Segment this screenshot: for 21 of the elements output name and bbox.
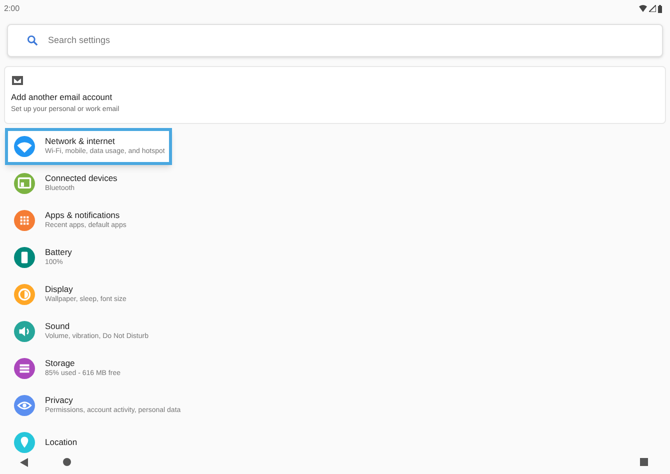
item-title: Display (45, 284, 74, 295)
item-title: Apps & notifications (45, 210, 121, 221)
item-title: Sound (45, 321, 71, 332)
item-title: Location (45, 437, 78, 448)
back-icon[interactable] (20, 458, 28, 466)
search-field[interactable]: Search settings (7, 24, 663, 57)
settings-item[interactable]: Location (5, 424, 305, 461)
item-title: Battery (45, 247, 72, 258)
home-icon[interactable] (63, 458, 71, 466)
wifi-icon (639, 5, 647, 12)
mail-icon (12, 76, 23, 85)
item-title: Storage (45, 358, 76, 369)
search-icon (27, 35, 38, 46)
item-title: Privacy (45, 395, 74, 406)
item-title: Network & internet (45, 136, 116, 147)
status-time: 2:00 (4, 2, 20, 14)
suggestion-title: Add another email account (11, 91, 114, 104)
battery-icon (658, 4, 662, 12)
item-title: Connected devices (45, 173, 118, 184)
signal-icon (649, 5, 656, 12)
search-input[interactable]: Search settings (48, 34, 448, 48)
